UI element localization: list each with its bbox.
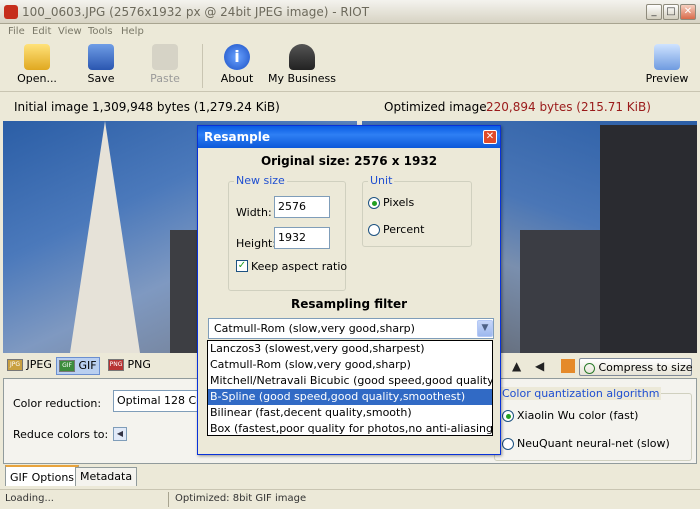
filter-option[interactable]: Box (fastest,poor quality for photos,no … xyxy=(208,421,492,437)
my-business-button[interactable]: My Business xyxy=(266,42,338,90)
original-size: Original size: 2576 x 1932 xyxy=(260,154,438,168)
close-icon[interactable]: ✕ xyxy=(483,130,497,144)
flip-vertical-icon[interactable]: ◀ xyxy=(535,359,544,373)
crop-icon[interactable] xyxy=(561,359,575,373)
status-divider xyxy=(168,492,169,507)
menu-bar: File Edit View Tools Help xyxy=(0,24,700,40)
jpeg-icon: JPG xyxy=(7,359,23,371)
window-title: 100_0603.JPG (2576x1932 px @ 24bit JPEG … xyxy=(22,5,370,19)
unit-pixels-radio[interactable] xyxy=(368,197,380,209)
menu-view[interactable]: View xyxy=(58,26,82,37)
photo-pyramid-building xyxy=(70,121,140,353)
flip-horizontal-icon[interactable]: ▲ xyxy=(512,359,521,373)
height-label: Height: xyxy=(236,237,277,250)
height-input[interactable]: 1932 xyxy=(274,227,330,249)
folder-open-icon xyxy=(24,44,50,70)
resampling-filter-select[interactable]: Catmull-Rom (slow,very good,sharp) ▼ xyxy=(208,318,494,339)
width-input[interactable]: 2576 xyxy=(274,196,330,218)
status-bar: Loading... Optimized: 8bit GIF image xyxy=(0,489,700,509)
about-button[interactable]: i About xyxy=(204,42,270,90)
optimized-image-label: Optimized image xyxy=(384,100,487,114)
tab-metadata[interactable]: Metadata xyxy=(75,467,138,486)
compress-to-size-button[interactable]: Compress to size xyxy=(579,358,692,376)
filter-option[interactable]: Mitchell/Netravali Bicubic (good speed,g… xyxy=(208,373,492,389)
preview-button[interactable]: Preview xyxy=(636,42,698,90)
maximize-icon[interactable]: □ xyxy=(663,4,679,20)
compress-icon xyxy=(584,362,595,374)
tab-jpeg[interactable]: JPG JPEG xyxy=(5,357,54,375)
tab-gif[interactable]: GIF GIF xyxy=(56,357,100,375)
neuquant-radio[interactable] xyxy=(502,438,514,450)
initial-image-label: Initial image xyxy=(14,100,89,114)
width-label: Width: xyxy=(236,206,272,219)
filter-option[interactable]: Bilinear (fast,decent quality,smooth) xyxy=(208,405,492,421)
close-icon[interactable]: ✕ xyxy=(680,4,696,20)
menu-tools[interactable]: Tools xyxy=(88,26,113,37)
xiaolin-wu-label: Xiaolin Wu color (fast) xyxy=(517,409,639,422)
unit-percent-radio[interactable] xyxy=(368,224,380,236)
neuquant-label: NeuQuant neural-net (slow) xyxy=(517,437,670,450)
png-icon: PNG xyxy=(108,359,124,371)
bottom-tabs: GIF Options Metadata xyxy=(3,464,697,486)
xiaolin-wu-radio[interactable] xyxy=(502,410,514,422)
menu-file[interactable]: File xyxy=(8,26,25,37)
new-size-label: New size xyxy=(234,174,287,187)
magnifier-icon xyxy=(654,44,680,70)
resampling-filter-value: Catmull-Rom (slow,very good,sharp) xyxy=(214,322,415,335)
toolbar: Open... Save Paste i About My Business P… xyxy=(0,40,700,92)
unit-label: Unit xyxy=(368,174,395,187)
color-quantization-group xyxy=(494,393,692,461)
gif-icon: GIF xyxy=(59,360,75,372)
tab-png[interactable]: PNG PNG xyxy=(106,357,153,375)
toolbar-divider xyxy=(202,44,203,88)
color-reduction-label: Color reduction: xyxy=(13,397,102,410)
color-reduction-select[interactable]: Optimal 128 Colors xyxy=(113,390,198,412)
color-quantization-label: Color quantization algorithm xyxy=(500,387,662,400)
chevron-left-icon[interactable]: ◀ xyxy=(113,427,127,441)
paste-button[interactable]: Paste xyxy=(132,42,198,90)
unit-group xyxy=(362,181,472,247)
unit-pixels-label: Pixels xyxy=(383,196,415,209)
initial-image-size: 1,309,948 bytes (1,279.24 KiB) xyxy=(92,100,280,114)
menu-help[interactable]: Help xyxy=(121,26,144,37)
resampling-filter-label: Resampling filter xyxy=(290,297,408,311)
save-button[interactable]: Save xyxy=(68,42,134,90)
open-button[interactable]: Open... xyxy=(4,42,70,90)
menu-edit[interactable]: Edit xyxy=(32,26,51,37)
info-icon: i xyxy=(224,44,250,70)
dialog-title[interactable]: Resample xyxy=(198,126,500,148)
filter-option-selected[interactable]: B-Spline (good speed,good quality,smooth… xyxy=(208,389,492,405)
reduce-colors-label: Reduce colors to: xyxy=(13,428,109,441)
minimize-icon[interactable]: _ xyxy=(646,4,662,20)
reduce-colors-slider[interactable]: ◀ xyxy=(113,427,198,441)
resampling-filter-dropdown: Lanczos3 (slowest,very good,sharpest) Ca… xyxy=(207,340,493,436)
keep-aspect-label: Keep aspect ratio xyxy=(251,260,348,273)
optimized-image-size: 220,894 bytes (215.71 KiB) xyxy=(486,100,651,114)
chevron-down-icon[interactable]: ▼ xyxy=(477,320,493,337)
keep-aspect-checkbox[interactable]: ✓ xyxy=(236,260,248,272)
filter-option[interactable]: Catmull-Rom (slow,very good,sharp) xyxy=(208,357,492,373)
tab-gif-options[interactable]: GIF Options xyxy=(5,465,80,486)
app-icon xyxy=(4,5,18,19)
floppy-disk-icon xyxy=(88,44,114,70)
photo-building xyxy=(600,125,697,353)
status-left: Loading... xyxy=(5,493,54,504)
status-right: Optimized: 8bit GIF image xyxy=(175,493,307,504)
filter-option[interactable]: Lanczos3 (slowest,very good,sharpest) xyxy=(208,341,492,357)
businessman-icon xyxy=(289,44,315,70)
photo-building xyxy=(520,230,600,353)
unit-percent-label: Percent xyxy=(383,223,425,236)
clipboard-icon xyxy=(152,44,178,70)
